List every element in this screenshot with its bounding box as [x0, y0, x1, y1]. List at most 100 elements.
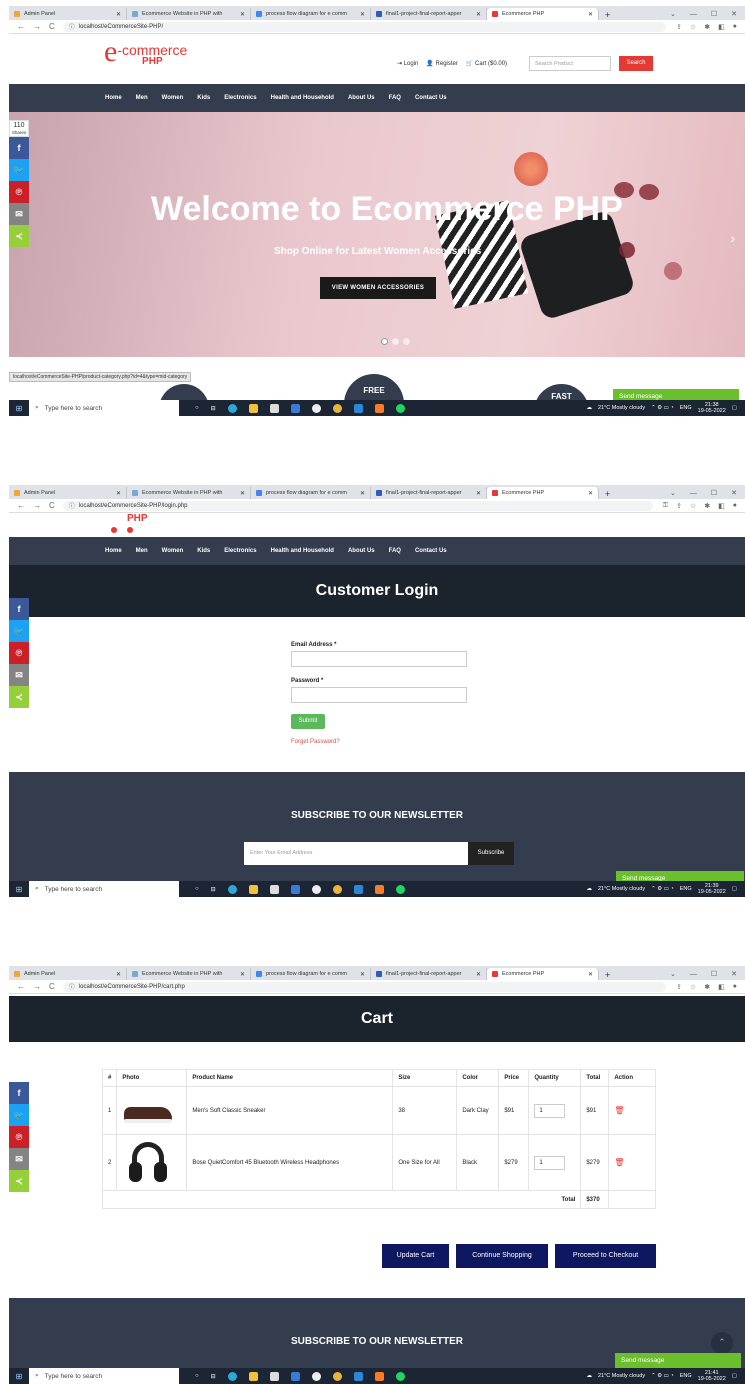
forward-icon[interactable]: →: [33, 501, 41, 510]
share-icon[interactable]: ⇪: [676, 983, 682, 991]
widgets-icon[interactable]: ⊟: [211, 886, 216, 893]
puzzle-icon[interactable]: ✱: [704, 23, 710, 31]
tab-admin[interactable]: Admin Panel ✕: [9, 8, 127, 20]
task-view-icon[interactable]: ○: [195, 1373, 199, 1379]
maximize-icon[interactable]: ☐: [711, 489, 717, 497]
sidebar-icon[interactable]: ◧: [718, 23, 725, 31]
email-field[interactable]: [291, 651, 467, 667]
puzzle-icon[interactable]: ✱: [704, 983, 710, 991]
close-window-icon[interactable]: ✕: [731, 970, 737, 978]
store-icon[interactable]: [353, 1371, 363, 1381]
back-icon[interactable]: ←: [17, 501, 25, 510]
view-women-accessories-button[interactable]: VIEW WOMEN ACCESSORIES: [320, 277, 436, 299]
send-message-button[interactable]: Send message: [615, 1353, 741, 1368]
edge-icon[interactable]: [227, 403, 237, 413]
taskbar-search[interactable]: ⌕ Type here to search: [29, 1368, 179, 1384]
product-photo[interactable]: [116, 1086, 188, 1135]
tab-ecommerce-php[interactable]: Ecommerce PHP ✕: [487, 968, 599, 980]
close-icon[interactable]: ✕: [470, 490, 481, 497]
pinterest-icon[interactable]: ℗: [9, 1126, 29, 1148]
close-icon[interactable]: ✕: [110, 490, 121, 497]
minimize-icon[interactable]: —: [690, 971, 697, 978]
profile-icon[interactable]: ●: [733, 502, 737, 510]
store-icon[interactable]: [353, 884, 363, 894]
new-tab-icon[interactable]: +: [599, 970, 616, 980]
new-tab-icon[interactable]: +: [599, 10, 616, 20]
proceed-to-checkout-button[interactable]: Proceed to Checkout: [555, 1244, 656, 1268]
tab-final-report[interactable]: final1-project-final-report-apper ✕: [371, 968, 487, 980]
task-view-icon[interactable]: ○: [195, 405, 199, 411]
star-icon[interactable]: ☆: [690, 983, 696, 991]
back-icon[interactable]: ←: [17, 982, 25, 991]
slider-dot[interactable]: [392, 338, 399, 345]
xampp-icon[interactable]: [374, 403, 384, 413]
email-icon[interactable]: ✉: [9, 1148, 29, 1170]
product-photo[interactable]: [116, 1134, 188, 1191]
vscode-icon[interactable]: [290, 884, 300, 894]
nav-kids[interactable]: Kids: [197, 548, 210, 554]
tab-process-flow[interactable]: process flow diagram for e comm ✕: [251, 487, 371, 499]
password-field[interactable]: [291, 687, 467, 703]
chevron-down-icon[interactable]: ⌄: [670, 10, 676, 18]
nav-women[interactable]: Women: [162, 95, 184, 101]
app-icon[interactable]: [311, 884, 321, 894]
minimize-icon[interactable]: —: [690, 11, 697, 18]
nav-home[interactable]: Home: [105, 548, 122, 554]
url-field[interactable]: ⓘ localhost/eCommerceSite-PHP/login.php: [62, 500, 653, 511]
share-icon[interactable]: ≺: [9, 686, 29, 708]
close-icon[interactable]: ✕: [582, 490, 593, 497]
forgot-password-link[interactable]: Forget Password?: [291, 739, 471, 745]
twitter-icon[interactable]: 🐦: [9, 1104, 29, 1126]
facebook-icon[interactable]: f: [9, 1082, 29, 1104]
close-icon[interactable]: ✕: [582, 11, 593, 18]
tab-process-flow[interactable]: process flow diagram for e comm ✕: [251, 8, 371, 20]
sidebar-icon[interactable]: ◧: [718, 502, 725, 510]
login-link[interactable]: ⇥ Login: [397, 60, 418, 67]
xampp-icon[interactable]: [374, 884, 384, 894]
nav-faq[interactable]: FAQ: [389, 548, 401, 554]
cart-link[interactable]: 🛒 Cart ($0.00): [466, 60, 507, 67]
forward-icon[interactable]: →: [33, 982, 41, 991]
chevron-right-icon[interactable]: ›: [730, 230, 735, 246]
subscribe-button[interactable]: Subscribe: [468, 842, 514, 865]
puzzle-icon[interactable]: ✱: [704, 502, 710, 510]
windows-start-icon[interactable]: ⊞: [9, 1372, 29, 1381]
facebook-icon[interactable]: f: [9, 137, 29, 159]
nav-contact[interactable]: Contact Us: [415, 548, 447, 554]
submit-button[interactable]: Submit: [291, 714, 325, 729]
spotify-icon[interactable]: [395, 884, 405, 894]
close-window-icon[interactable]: ✕: [731, 489, 737, 497]
nav-contact[interactable]: Contact Us: [415, 95, 447, 101]
tab-admin[interactable]: Admin Panel ✕: [9, 487, 127, 499]
maximize-icon[interactable]: ☐: [711, 970, 717, 978]
search-input[interactable]: Search Product: [529, 56, 611, 71]
close-icon[interactable]: ✕: [470, 971, 481, 978]
product-name[interactable]: Men's Soft Classic Sneaker: [186, 1086, 394, 1135]
back-icon[interactable]: ←: [17, 22, 25, 31]
nav-men[interactable]: Men: [136, 548, 148, 554]
close-icon[interactable]: ✕: [234, 490, 245, 497]
product-name[interactable]: Bose QuietComfort 45 Bluetooth Wireless …: [186, 1134, 394, 1191]
close-icon[interactable]: ✕: [110, 971, 121, 978]
facebook-icon[interactable]: f: [9, 598, 29, 620]
url-field[interactable]: ⓘ localhost/eCommerceSite-PHP/cart.php: [62, 981, 667, 992]
nav-kids[interactable]: Kids: [197, 95, 210, 101]
maximize-icon[interactable]: ☐: [711, 10, 717, 18]
chevron-down-icon[interactable]: ⌄: [670, 970, 676, 978]
quantity-input[interactable]: 1: [534, 1155, 566, 1170]
reload-icon[interactable]: C: [49, 982, 55, 991]
scroll-top-icon[interactable]: ⌃: [711, 1332, 733, 1354]
email-icon[interactable]: ✉: [9, 664, 29, 686]
nav-health[interactable]: Health and Household: [271, 548, 334, 554]
widgets-icon[interactable]: ⊟: [211, 1373, 216, 1380]
widgets-icon[interactable]: ⊟: [211, 405, 216, 412]
nav-about[interactable]: About Us: [348, 95, 375, 101]
tab-ecommerce-video[interactable]: Ecommerce Website in PHP with ✕: [127, 8, 251, 20]
trash-icon[interactable]: 🗑: [614, 1158, 624, 1167]
sidebar-icon[interactable]: ◧: [718, 983, 725, 991]
vscode-icon[interactable]: [290, 403, 300, 413]
close-icon[interactable]: ✕: [354, 11, 365, 18]
store-icon[interactable]: [353, 403, 363, 413]
slider-dot[interactable]: [381, 338, 388, 345]
quantity-input[interactable]: 1: [534, 1103, 566, 1118]
